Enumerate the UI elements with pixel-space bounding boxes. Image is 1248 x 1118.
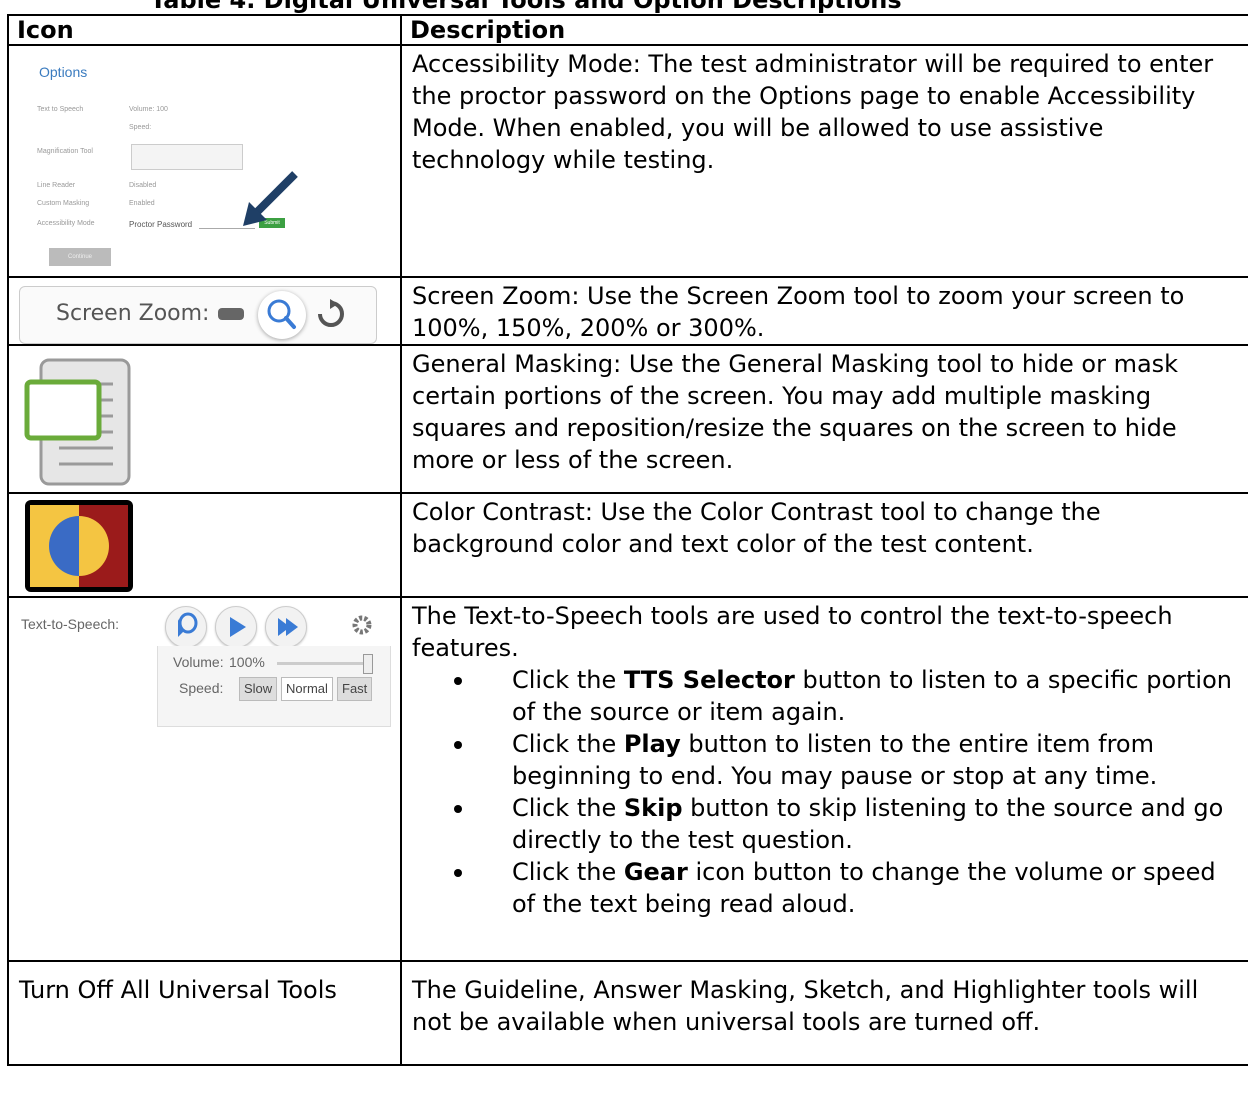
zoom-in-button[interactable] [258, 291, 306, 339]
screen-zoom-description: Screen Zoom: Use the Screen Zoom tool to… [400, 276, 1248, 346]
speed-fast-button[interactable]: Fast [337, 677, 373, 701]
color-contrast-cell [7, 492, 402, 598]
reset-zoom-icon[interactable] [316, 299, 346, 329]
header-description: Description [400, 14, 1248, 46]
universal-off-label: Turn Off All Universal Tools [7, 960, 402, 1066]
volume-label: Volume: [173, 654, 224, 670]
masking-icon [24, 358, 131, 486]
list-item: Click the Gear icon button to change the… [454, 856, 1240, 920]
skip-icon [278, 618, 298, 636]
table-row-screen-zoom: Screen Zoom: Screen Zoom: Use the Screen… [7, 276, 1248, 346]
speed-normal-button[interactable]: Normal [281, 677, 333, 701]
accessibility-options-screenshot: Options Text to Speech Magnification Too… [7, 44, 402, 278]
magnifier-icon [267, 299, 296, 329]
header-icon: Icon [7, 14, 402, 46]
table-row-color-contrast: Color Contrast: Use the Color Contrast t… [7, 492, 1248, 598]
option-label: Custom Masking [37, 200, 90, 207]
magnification-options-box [131, 144, 243, 170]
skip-button[interactable] [265, 606, 307, 648]
options-mini-screen: Options Text to Speech Magnification Too… [19, 50, 379, 266]
option-value: Volume: 100 [129, 106, 168, 113]
tts-widget: Text-to-Speech: Volume: 100% Speed: Slow… [17, 602, 391, 752]
header-row: Icon Description [7, 14, 1248, 46]
general-masking-cell [7, 344, 402, 494]
option-label: Line Reader [37, 182, 76, 189]
tts-selector-icon [178, 612, 198, 637]
accessibility-description: Accessibility Mode: The test administrat… [400, 44, 1248, 278]
option-label: Accessibility Mode [37, 220, 95, 227]
list-item: Click the Play button to listen to the e… [454, 728, 1240, 792]
table-row-accessibility: Options Text to Speech Magnification Too… [7, 44, 1248, 278]
option-value: Enabled [129, 200, 155, 207]
screen-zoom-widget: Screen Zoom: [19, 286, 377, 344]
arrow-pointer-icon [243, 171, 298, 226]
list-item: Click the TTS Selector button to listen … [454, 664, 1240, 728]
tts-bullet-list: Click the TTS Selector button to listen … [412, 664, 1240, 920]
play-button[interactable] [215, 606, 257, 648]
volume-value: 100% [229, 654, 265, 670]
table-row-general-masking: General Masking: Use the General Masking… [7, 344, 1248, 494]
option-value: Speed: [129, 124, 152, 131]
zoom-out-icon[interactable] [218, 308, 244, 320]
option-label: Magnification Tool [37, 148, 93, 155]
universal-off-description: The Guideline, Answer Masking, Sketch, a… [400, 960, 1248, 1066]
screen-zoom-label: Screen Zoom: [56, 301, 210, 326]
gear-icon[interactable] [351, 614, 373, 636]
general-masking-description: General Masking: Use the General Masking… [400, 344, 1248, 494]
table-row-tts: Text-to-Speech: Volume: 100% Speed: Slow… [7, 596, 1248, 962]
color-contrast-icon [25, 500, 133, 592]
screen-zoom-cell: Screen Zoom: [7, 276, 402, 346]
proctor-password-label: Proctor Password [129, 220, 193, 229]
speed-slow-button[interactable]: Slow [239, 677, 278, 701]
continue-button[interactable]: Continue [49, 248, 111, 266]
cut-off-table-caption: Table 4. Digital Universal Tools and Opt… [0, 0, 1248, 14]
option-label: Text to Speech [37, 106, 84, 113]
table-caption: Table 4. Digital Universal Tools and Opt… [150, 0, 902, 14]
volume-slider-track[interactable] [277, 662, 367, 665]
table-row-universal-off: Turn Off All Universal Tools The Guideli… [7, 960, 1248, 1066]
tts-label: Text-to-Speech: [21, 616, 120, 632]
speed-label: Speed: [179, 680, 224, 696]
tools-table: Icon Description Options Text to Speech … [7, 14, 1248, 1066]
tts-selector-button[interactable] [165, 606, 207, 648]
options-title: Options [39, 64, 88, 80]
volume-slider-handle[interactable] [363, 654, 373, 674]
tts-intro: The Text-to-Speech tools are used to con… [412, 602, 1173, 662]
list-item: Click the Skip button to skip listening … [454, 792, 1240, 856]
color-contrast-description: Color Contrast: Use the Color Contrast t… [400, 492, 1248, 598]
play-icon [230, 617, 246, 637]
option-value: Disabled [129, 182, 157, 189]
tts-cell: Text-to-Speech: Volume: 100% Speed: Slow… [7, 596, 402, 962]
tts-description: The Text-to-Speech tools are used to con… [400, 596, 1248, 962]
